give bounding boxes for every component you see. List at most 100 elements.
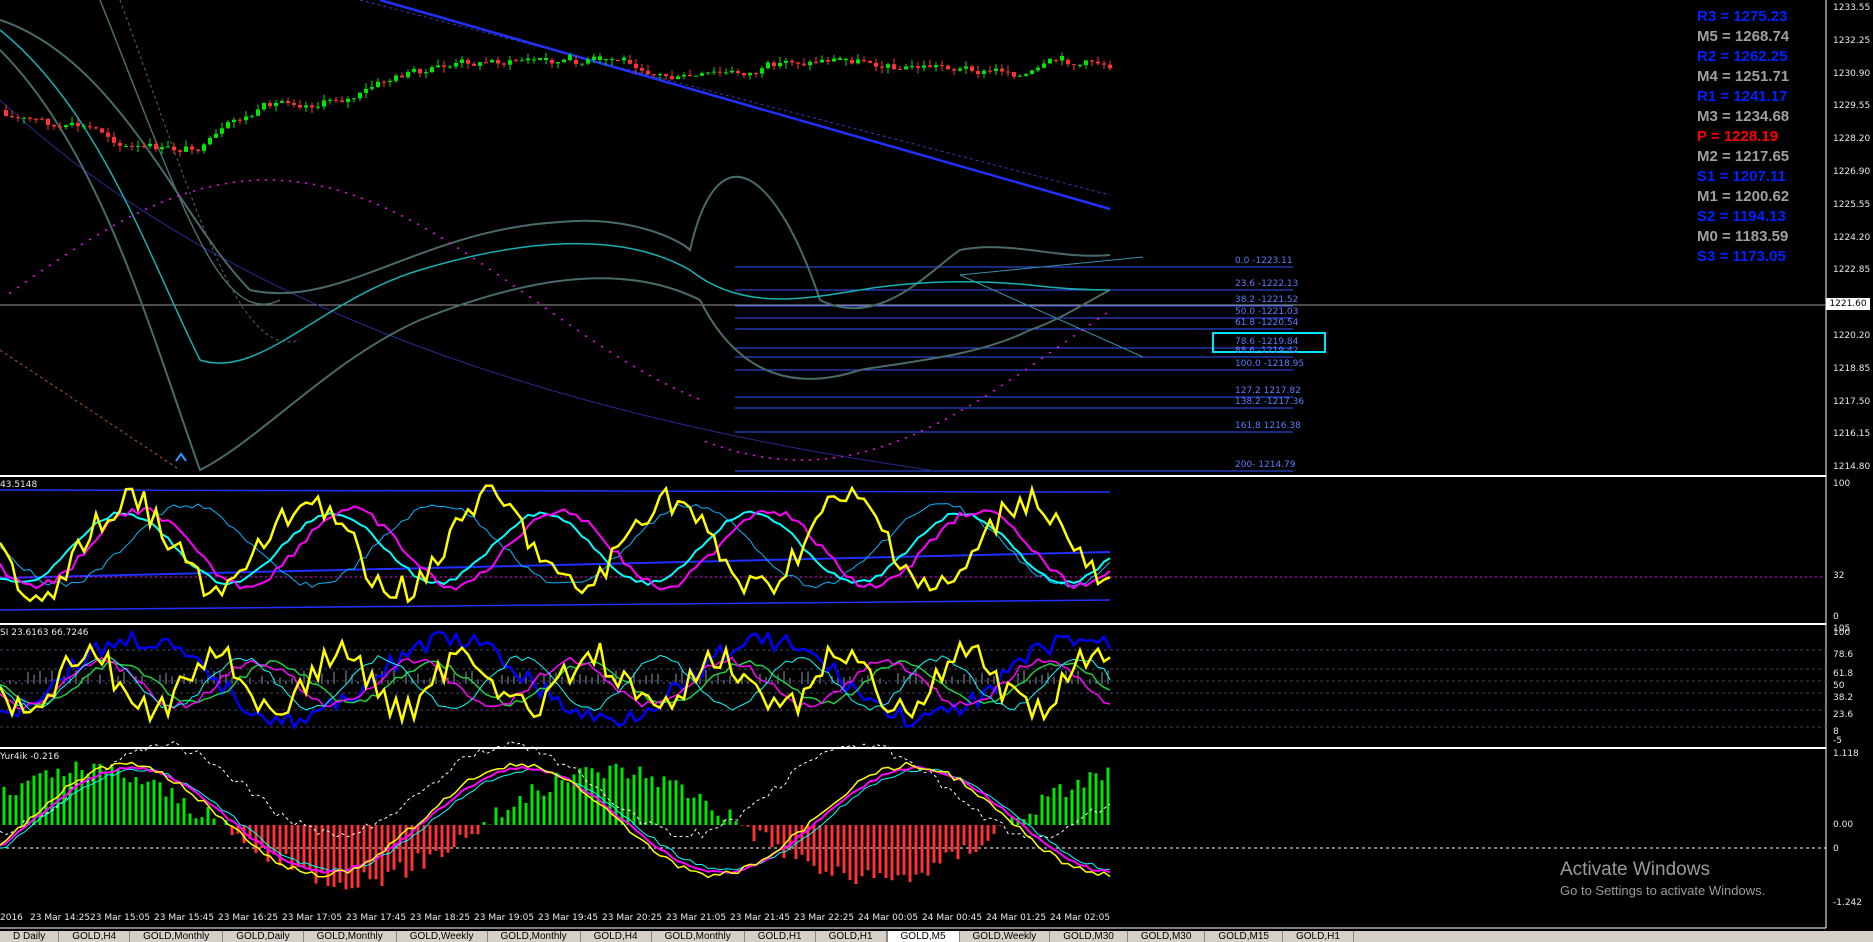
pane3-axis-top: 1.118 [1833,749,1859,759]
sar-dot [561,318,563,321]
chart-tab[interactable]: GOLD,H4 [59,931,131,942]
candle-body [112,136,116,143]
sar-dot [833,456,835,459]
price-axis-label: 1224.20 [1833,232,1871,243]
candle-body [22,117,26,119]
chart-tab[interactable]: GOLD,H1 [816,931,887,942]
candle-body [814,61,818,63]
chart-tab[interactable]: GOLD,Monthly [304,931,397,942]
sar-dot [1041,357,1043,360]
candle-body [256,109,260,116]
sar-dot [297,180,299,183]
sar-dot [665,383,667,386]
candle-body [856,59,860,64]
candle-body [688,74,692,77]
chart-tab[interactable]: GOLD,H1 [745,931,816,942]
time-axis-label: 24 Mar 01:25 [986,913,1047,923]
candle-body [604,59,608,61]
trend-line-dashed [0,349,181,471]
candle-body [544,57,548,60]
sar-dot [993,389,995,392]
candle-body [250,115,254,117]
candle-body [964,66,968,69]
time-axis-label: 23 Mar 19:05 [474,913,535,923]
chart-tab[interactable]: GOLD,Monthly [488,931,581,942]
candle-body [394,75,398,81]
sar-dot [257,179,259,182]
sar-dot [657,378,659,381]
fib-level-label: 100.0 -1218.95 [1235,359,1305,369]
candle-body [538,58,542,60]
sar-dot [225,182,227,185]
sar-dot [697,397,699,400]
time-axis-label: 23 Mar 15:05 [90,913,151,923]
sar-dot [809,458,811,461]
sar-dot [9,291,11,294]
sar-dot [953,413,955,416]
candle-body [784,60,788,63]
chart-tab[interactable]: GOLD,M15 [1205,931,1283,942]
candle-body [562,59,566,63]
sar-dot [145,208,147,211]
candle-body [376,81,380,87]
pivot-level: M3 = 1234.68 [1697,108,1790,125]
sar-dot [1001,384,1003,387]
chart-tab[interactable]: GOLD,M5 [886,931,960,942]
candle-body [172,146,176,151]
sar-dot [489,268,491,271]
sar-dot [673,386,675,389]
candle-body [736,70,740,74]
candle-body [976,71,980,74]
candle-body [472,63,476,66]
pivot-level: M0 = 1183.59 [1697,228,1789,245]
time-axis-label: 23 Mar 20:25 [602,913,663,923]
chart-tab[interactable]: GOLD,M30 [1128,931,1206,942]
time-axis-label: 23 Mar 18:25 [410,913,471,923]
sar-dot [273,179,275,182]
candle-body [166,146,170,148]
candle-body [1060,55,1064,61]
candle-body [160,147,164,150]
chart-window[interactable]: R3 = 1275.23 M5 = 1268.74 R2 = 1262.25 M4 =… [0,0,1873,942]
chart-tab[interactable]: GOLD,Monthly [130,931,224,942]
bollinger-upper [0,19,1111,310]
candle-body [568,54,572,60]
chart-tab[interactable]: GOLD,Weekly [960,931,1051,942]
sar-dot [545,307,547,310]
candle-body [718,71,722,73]
sar-dot [113,224,115,227]
chart-tab[interactable]: GOLD,M30 [1050,931,1128,942]
pane1-axis-32: 32 [1833,571,1845,581]
sar-dot [329,187,331,190]
candle-body [652,74,656,76]
candle-body [454,63,458,67]
candle-body [1006,71,1010,73]
sar-dot [1097,318,1099,321]
sar-dot [1057,346,1059,349]
candle-body [106,132,110,137]
pivot-level: R2 = 1262.25 [1697,48,1788,65]
sar-dot [969,404,971,407]
time-axis-label: 23 Mar 21:45 [730,913,791,923]
time-axis-label: 23 Mar 16:25 [218,913,279,923]
chart-tab[interactable]: GOLD,Monthly [652,931,745,942]
chart-canvas[interactable] [0,0,1873,942]
candle-body [580,63,584,65]
sar-dot [281,179,283,182]
sar-dot [241,180,243,183]
chart-tab[interactable]: GOLD,H4 [581,931,652,942]
sar-dot [609,350,611,353]
indicator-band [0,599,1111,611]
chart-tab[interactable]: GOLD,Weekly [397,931,488,942]
sar-dot [449,242,451,245]
candle-body [412,68,416,72]
candle-body [808,61,812,66]
pane2-axis-236: 23.6 [1833,710,1854,720]
chart-tab[interactable]: D Daily [0,931,60,942]
sar-dot [761,455,763,458]
sar-dot [977,399,979,402]
chart-tab[interactable]: GOLD,H1 [1283,931,1354,942]
sar-dot [705,440,707,443]
candle-body [586,59,590,64]
chart-tab[interactable]: GOLD,Daily [223,931,304,942]
